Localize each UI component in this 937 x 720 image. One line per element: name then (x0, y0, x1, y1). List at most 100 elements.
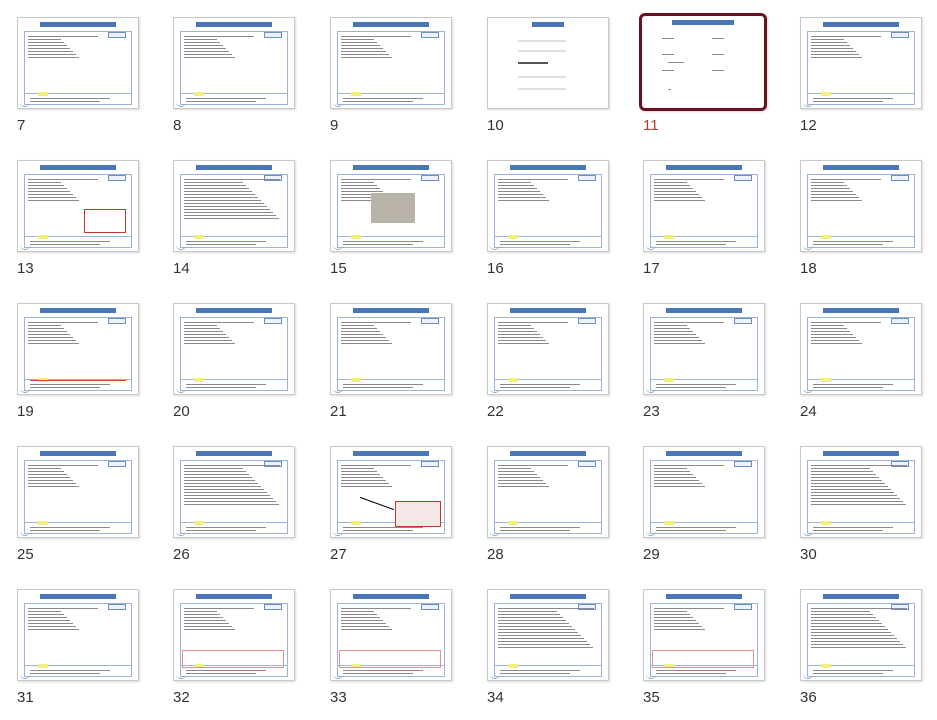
slide-thumbnail-16[interactable]: 16 (487, 160, 611, 280)
slide-thumbnail-10[interactable]: 10 (487, 17, 611, 137)
slide-thumbnail-28[interactable]: 28 (487, 446, 611, 566)
slide-preview[interactable] (800, 589, 922, 681)
slide-title-bar (353, 308, 429, 313)
slide-preview[interactable] (173, 17, 295, 109)
slide-title-bar (823, 308, 899, 313)
slide-title-bar (40, 451, 116, 456)
slide-thumbnail-8[interactable]: 8 (173, 17, 297, 137)
text-line (184, 51, 229, 52)
text-line (498, 188, 537, 189)
slide-preview[interactable] (173, 446, 295, 538)
slide-thumbnail-36[interactable]: 36 (800, 589, 924, 709)
text-line (654, 194, 699, 195)
slide-thumbnail-21[interactable]: 21 (330, 303, 454, 423)
slide-preview[interactable] (800, 303, 922, 395)
text-line (498, 483, 546, 484)
slide-thumbnail-14[interactable]: 14 (173, 160, 297, 280)
text-line (654, 611, 687, 612)
slide-preview[interactable] (330, 160, 452, 252)
slide-thumbnail-27[interactable]: 27 (330, 446, 454, 566)
slide-preview[interactable] (17, 589, 139, 681)
slide-thumbnail-33[interactable]: 33 (330, 589, 454, 709)
text-line (811, 51, 856, 52)
highlight-label (194, 92, 204, 96)
slide-thumbnail-12[interactable]: 12 (800, 17, 924, 137)
slide-preview[interactable] (487, 589, 609, 681)
text-line (654, 483, 702, 484)
text-line (498, 185, 534, 186)
slide-preview[interactable] (643, 160, 765, 252)
logo-swirl (176, 674, 186, 679)
slide-thumbnail-35[interactable]: 35 (643, 589, 767, 709)
slide-thumbnail-13[interactable]: 13 (17, 160, 141, 280)
slide-number: 30 (800, 546, 817, 563)
text-line (184, 57, 235, 58)
slide-thumbnail-11[interactable]: 11 (639, 13, 767, 137)
slide-preview[interactable] (487, 160, 609, 252)
slide-preview[interactable] (639, 13, 767, 111)
slide-preview[interactable] (17, 160, 139, 252)
slide-preview[interactable] (800, 17, 922, 109)
text-line (184, 465, 280, 466)
highlight-label (508, 664, 518, 668)
text-line (811, 623, 882, 624)
content-box (807, 174, 915, 237)
slide-preview[interactable] (173, 589, 295, 681)
slide-preview[interactable] (643, 589, 765, 681)
logo-swirl (20, 245, 30, 250)
slide-thumbnail-30[interactable]: 30 (800, 446, 924, 566)
callout-box (84, 209, 126, 233)
slide-thumbnail-7[interactable]: 7 (17, 17, 141, 137)
text-line (811, 629, 888, 630)
text-line (341, 340, 389, 341)
slide-preview[interactable] (17, 17, 139, 109)
slide-thumbnail-20[interactable]: 20 (173, 303, 297, 423)
slide-thumbnail-17[interactable]: 17 (643, 160, 767, 280)
slide-thumbnail-34[interactable]: 34 (487, 589, 611, 709)
slide-thumbnail-25[interactable]: 25 (17, 446, 141, 566)
slide-preview[interactable] (487, 446, 609, 538)
slide-preview[interactable] (643, 446, 765, 538)
text-line (498, 644, 590, 645)
highlight-label (38, 664, 48, 668)
slide-preview[interactable] (173, 303, 295, 395)
slide-preview[interactable] (643, 303, 765, 395)
slide-thumbnail-24[interactable]: 24 (800, 303, 924, 423)
slide-thumbnail-15[interactable]: 15 (330, 160, 454, 280)
slide-preview[interactable] (800, 446, 922, 538)
slide-thumbnail-23[interactable]: 23 (643, 303, 767, 423)
logo-swirl (333, 245, 343, 250)
slide-thumbnail-18[interactable]: 18 (800, 160, 924, 280)
text-line (811, 57, 862, 58)
slide-thumbnail-19[interactable]: 19 (17, 303, 141, 423)
text-line (498, 638, 584, 639)
text-line (498, 200, 549, 201)
slide-preview[interactable] (173, 160, 295, 252)
text-line (341, 51, 386, 52)
slide-thumbnail-31[interactable]: 31 (17, 589, 141, 709)
slide-preview[interactable] (800, 160, 922, 252)
slide-preview[interactable] (330, 17, 452, 109)
slide-thumbnail-32[interactable]: 32 (173, 589, 297, 709)
slide-preview[interactable] (17, 303, 139, 395)
logo-swirl (490, 531, 500, 536)
slide-thumbnail-9[interactable]: 9 (330, 17, 454, 137)
text-line (184, 209, 270, 210)
slide-preview[interactable] (487, 303, 609, 395)
text-line (654, 626, 702, 627)
slide-preview[interactable] (330, 303, 452, 395)
text-line (654, 623, 699, 624)
text-line (811, 614, 873, 615)
slide-preview[interactable] (330, 589, 452, 681)
slide-preview[interactable] (487, 17, 609, 109)
text-line (184, 480, 255, 481)
slide-preview[interactable] (17, 446, 139, 538)
slide-thumbnail-29[interactable]: 29 (643, 446, 767, 566)
content-box (650, 174, 758, 237)
slide-thumbnail-26[interactable]: 26 (173, 446, 297, 566)
logo-swirl (490, 674, 500, 679)
slide-preview[interactable] (330, 446, 452, 538)
text-line (498, 325, 531, 326)
slide-thumbnail-22[interactable]: 22 (487, 303, 611, 423)
slide-title-bar (510, 308, 586, 313)
